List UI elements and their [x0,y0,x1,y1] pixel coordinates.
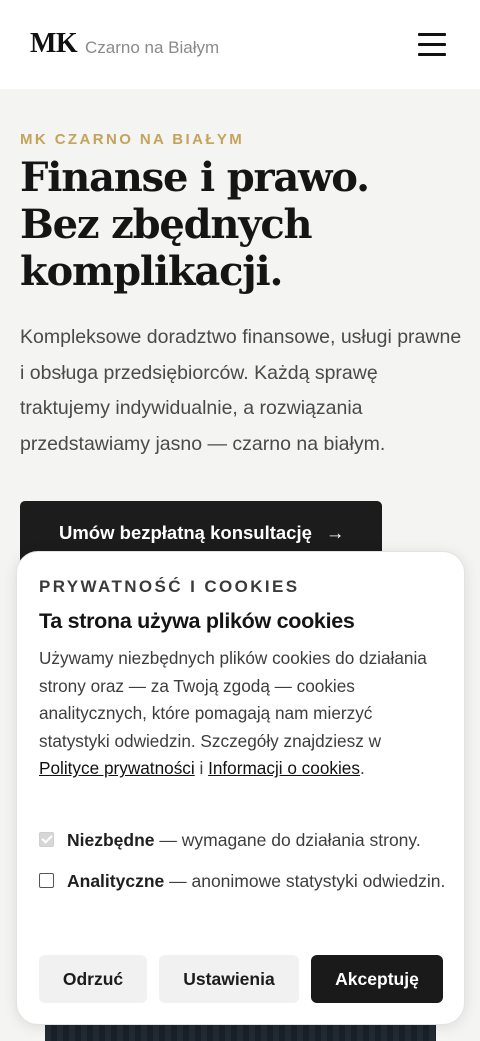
necessary-option-desc: — wymagane do działania strony. [154,830,421,850]
cookie-description: Używamy niezbędnych plików cookies do dz… [39,645,439,783]
necessary-option-text: Niezbędne — wymagane do działania strony… [67,826,447,856]
hero-title-line-3: komplikacji. [20,248,283,295]
cta-label: Umów bezpłatną konsultację [59,522,312,543]
privacy-policy-link[interactable]: Polityce prywatności [39,758,195,778]
cookie-text-after: . [359,758,365,779]
settings-button[interactable]: Ustawienia [159,955,299,1003]
reject-button[interactable]: Odrzuć [39,955,147,1003]
cookie-text-before: Używamy niezbędnych plików cookies do dz… [39,648,427,751]
cookie-consent-dialog: PRYWATNOŚĆ I COOKIES Ta strona używa pli… [16,551,465,1025]
cookie-title: Ta strona używa plików cookies [39,609,355,633]
analytics-option-name: Analityczne [67,871,165,891]
cookie-info-link[interactable]: Informacji o cookies [208,758,360,778]
hamburger-menu-icon[interactable] [414,28,450,60]
hero-title-line-1: Finanse i prawo. [20,154,370,201]
analytics-checkbox[interactable] [39,873,54,888]
analytics-option-desc: — anonimowe statystyki odwiedzin. [164,871,446,891]
hero-eyebrow: MK CZARNO NA BIAŁYM [20,131,245,148]
hero-title: Finanse i prawo. Bez zbędnych komplikacj… [20,154,460,295]
hero-title-line-2: Bez zbędnych [20,201,313,248]
necessary-option-name: Niezbędne [67,830,155,850]
analytics-option-text: Analityczne — anonimowe statystyki odwie… [67,867,447,897]
logo-mark[interactable]: MK [30,27,78,61]
site-header: MK Czarno na Białym [0,0,480,89]
arrow-right-icon: → [325,522,345,543]
logo-text[interactable]: Czarno na Białym [85,38,219,58]
hero-description: Kompleksowe doradztwo finansowe, usługi … [20,326,462,455]
necessary-checkbox[interactable] [39,832,54,847]
cookie-text-middle: i [194,758,209,779]
accept-button[interactable]: Akceptuję [311,955,443,1003]
cookie-eyebrow: PRYWATNOŚĆ I COOKIES [39,577,300,596]
